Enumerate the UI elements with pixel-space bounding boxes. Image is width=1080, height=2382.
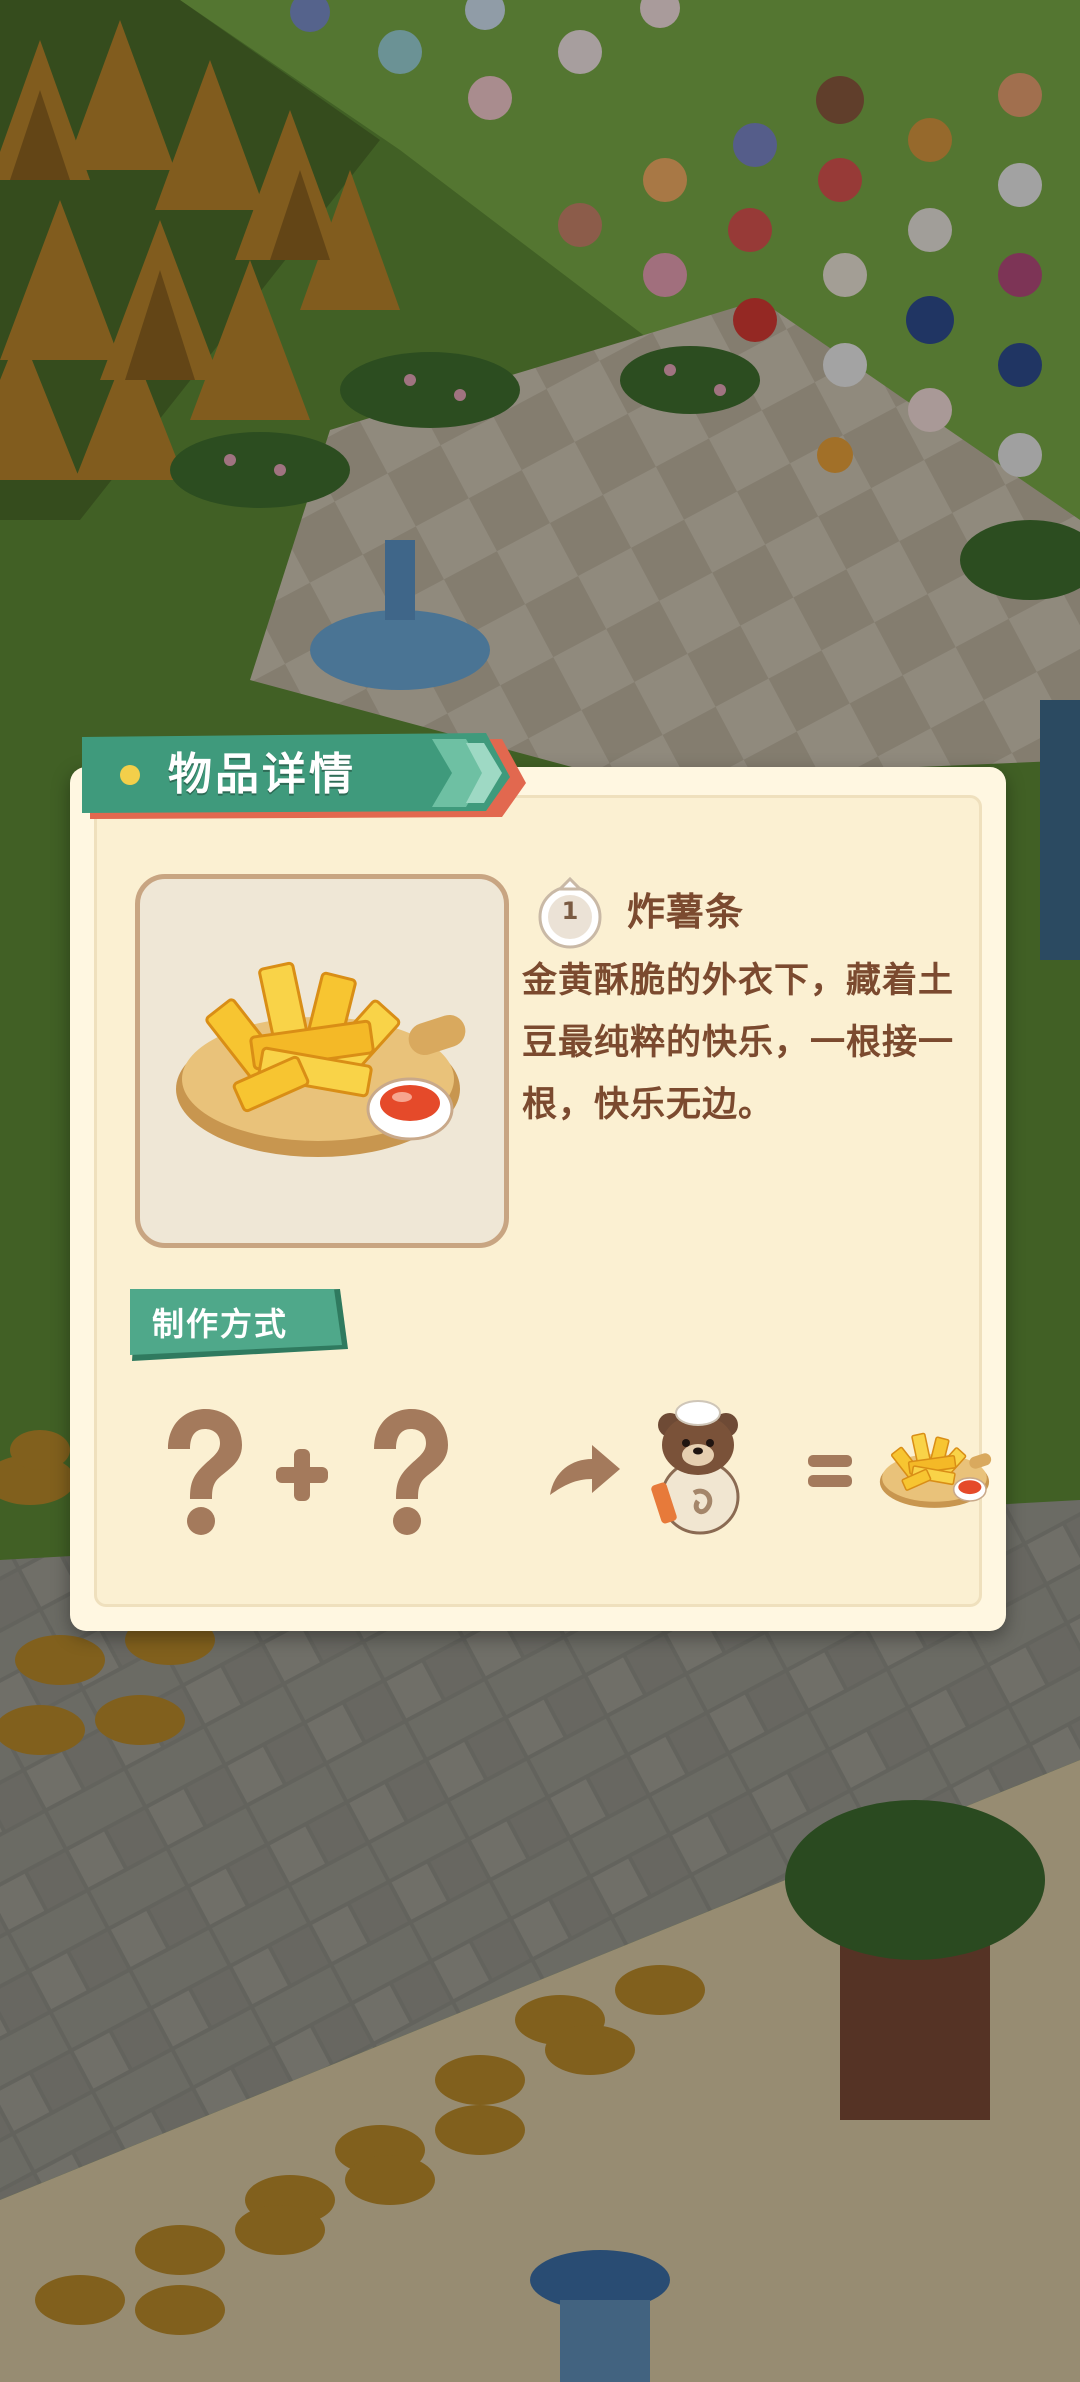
bear-chef-art [651,1400,740,1535]
dialog-title: 物品详情 [168,749,356,800]
item-image-frame [135,874,509,1248]
item-level-badge: 1 [534,876,606,949]
ingredient-slot-1 [150,1407,250,1537]
arrow-shape [550,1445,620,1495]
ingredient-slot-2 [356,1407,456,1537]
plus-icon [274,1447,330,1503]
title-ribbon: 物品详情 [82,733,534,827]
equals-shape [808,1455,852,1487]
french-fries-icon [879,1432,992,1508]
result-french-fries-icon [866,1401,1006,1541]
item-detail-dialog: 物品详情 1 炸薯条 金黄酥脆的外衣下，藏着土豆最纯粹的快乐，一根接一根，快乐无… [70,733,1006,1631]
equals-icon [806,1451,854,1491]
french-fries-icon [176,961,466,1157]
craft-method-text: 制作方式 [152,1305,289,1343]
plus-shape [276,1449,328,1501]
arrow-icon [546,1441,622,1501]
item-description: 金黄酥脆的外衣下，藏着土豆最纯粹的快乐，一根接一根，快乐无边。 [522,961,955,1125]
item-name: 炸薯条 [627,890,745,934]
unknown-question-icon [168,1409,242,1535]
craft-method-label: 制作方式 [130,1289,348,1361]
unknown-question-icon [374,1409,448,1535]
item-level-number: 1 [561,897,579,925]
recipe-row [150,1397,992,1557]
bear-chef-icon [648,1397,748,1537]
